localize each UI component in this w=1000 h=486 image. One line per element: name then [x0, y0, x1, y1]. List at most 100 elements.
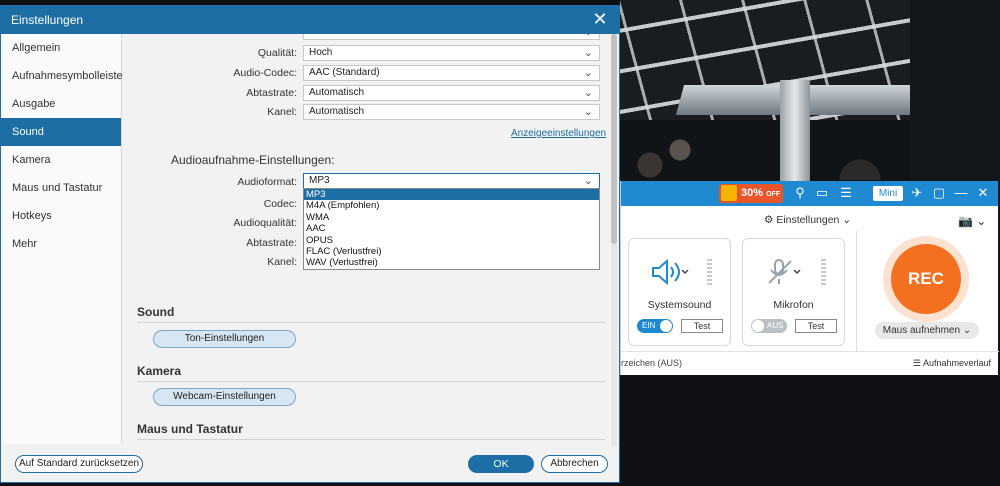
- sound-settings-button[interactable]: Ton-Einstellungen: [153, 330, 296, 348]
- ok-button[interactable]: OK: [468, 455, 534, 473]
- samplerate-row: Abtastrate:: [123, 85, 297, 101]
- sidebar-item-hotkeys[interactable]: Hotkeys: [1, 202, 121, 230]
- audio-channel-row: Kanel:: [123, 254, 297, 270]
- codec-label: Codec:: [263, 198, 297, 210]
- history-link[interactable]: ☰ Aufnahmeverlauf: [913, 358, 991, 369]
- recorder-settings-label: Einstellungen: [776, 214, 840, 226]
- audio-samplerate-label: Abtastrate:: [246, 237, 297, 249]
- recorder-settings-dropdown[interactable]: ⚙ Einstellungen ⌄: [764, 214, 851, 226]
- audio-format-option[interactable]: WAV (Verlustfrei): [304, 257, 599, 268]
- mikrofon-card: Mikrofon AUS Test: [742, 238, 845, 346]
- webcam-settings-button[interactable]: Webcam-Einstellungen: [153, 388, 296, 406]
- recorder-window: 30% OFF ⚲ ▭ ☰ Mini ✈ ▢ — ✕ ⚙ Einstellung…: [620, 181, 999, 375]
- watermark-status: rzeichen (AUS): [621, 358, 683, 368]
- recorder-toolbar: 30% OFF ⚲ ▭ ☰ Mini ✈ ▢ — ✕: [621, 181, 998, 206]
- promo-suffix: OFF: [766, 191, 781, 198]
- minimize-icon[interactable]: —: [953, 185, 969, 201]
- audio-format-option[interactable]: OPUS: [304, 235, 599, 246]
- mikrofon-toggle[interactable]: AUS: [751, 319, 787, 333]
- mouse-record-dropdown[interactable]: Maus aufnehmen ⌄: [875, 322, 979, 339]
- chevron-down-icon: ⌄: [583, 47, 593, 59]
- chevron-down-icon: ⌄: [583, 175, 593, 187]
- audio-format-option[interactable]: AAC: [304, 223, 599, 234]
- channel-value: Automatisch: [309, 106, 365, 117]
- audio-format-option[interactable]: M4A (Empfohlen): [304, 200, 599, 211]
- feedback-icon[interactable]: ▢: [931, 185, 947, 201]
- content-scrollbar[interactable]: [611, 34, 617, 446]
- speaker-icon[interactable]: [649, 257, 689, 287]
- divider: [137, 322, 605, 323]
- quality-select[interactable]: Hoch ⌄: [303, 45, 600, 61]
- promo-badge[interactable]: 30% OFF: [719, 184, 783, 203]
- divider: [137, 439, 605, 440]
- systemsound-toggle-label: EIN: [642, 321, 656, 330]
- channel-label: Kanel:: [267, 106, 297, 118]
- gear-icon: ⚙: [764, 214, 774, 226]
- audio-channel-label: Kanel:: [267, 256, 297, 268]
- samplerate-label: Abtastrate:: [246, 87, 297, 99]
- camera-icon[interactable]: 📷 ⌄: [958, 214, 986, 228]
- audio-quality-label: Audioqualität:: [233, 217, 297, 229]
- reset-defaults-button[interactable]: Auf Standard zurücksetzen: [15, 455, 143, 473]
- promo-value: 30%: [741, 187, 764, 199]
- mikrofon-toggle-label: AUS: [767, 321, 784, 330]
- chevron-down-icon: ⌄: [583, 87, 593, 99]
- quality-row: Qualität:: [123, 45, 297, 61]
- mikrofon-test-button[interactable]: Test: [795, 319, 837, 333]
- audio-recording-heading: Audioaufnahme-Einstellungen:: [171, 153, 335, 167]
- audio-codec-row: Audio-Codec:: [123, 65, 297, 81]
- settings-dialog: Einstellungen ✕ Allgemein Aufnahmesymbol…: [0, 5, 620, 483]
- dialog-titlebar: Einstellungen ✕: [1, 6, 619, 34]
- audio-format-option[interactable]: MP3: [304, 189, 599, 201]
- sidebar-item-aufnahmesymbolleiste[interactable]: Aufnahmesymbolleiste: [1, 62, 123, 90]
- menu-icon[interactable]: ☰: [838, 185, 854, 201]
- sidebar-item-allgemein[interactable]: Allgemein: [1, 34, 121, 62]
- mouse-record-label: Maus aufnehmen: [882, 325, 961, 336]
- gift-icon: [721, 185, 737, 201]
- mikrofon-label: Mikrofon: [773, 299, 814, 311]
- audio-format-dropdown: MP3 M4A (Empfohlen) WMA AAC OPUS FLAC (V…: [303, 188, 600, 270]
- audio-format-option[interactable]: FLAC (Verlustfrei): [304, 246, 599, 257]
- close-icon[interactable]: ✕: [591, 10, 609, 28]
- systemsound-test-button[interactable]: Test: [681, 319, 723, 333]
- audio-format-option[interactable]: WMA: [304, 212, 599, 223]
- display-settings-link[interactable]: Anzeigeeinstellungen: [511, 128, 606, 139]
- keyframe-select[interactable]: ⌄: [303, 34, 600, 40]
- samplerate-select[interactable]: Automatisch ⌄: [303, 85, 600, 101]
- rec-button[interactable]: REC: [891, 244, 961, 314]
- sidebar-item-kamera[interactable]: Kamera: [1, 146, 121, 174]
- close-icon[interactable]: ✕: [975, 185, 991, 201]
- sidebar-item-mehr[interactable]: Mehr: [1, 230, 121, 258]
- audio-codec-label: Audio-Codec:: [233, 67, 297, 79]
- chevron-down-icon: ⌄: [584, 34, 593, 39]
- chevron-down-icon: ⌄: [583, 106, 593, 118]
- systemsound-toggle[interactable]: EIN: [637, 319, 673, 333]
- settings-sidebar: Allgemein Aufnahmesymbolleiste Ausgabe S…: [1, 34, 123, 444]
- chevron-down-icon: ⌄: [583, 67, 593, 79]
- toggle-knob: [752, 320, 764, 332]
- scrollbar-thumb[interactable]: [611, 34, 617, 244]
- sidebar-item-maus-tastatur[interactable]: Maus und Tastatur: [1, 174, 121, 202]
- pin-icon[interactable]: ✈: [909, 185, 925, 201]
- toggle-knob: [660, 320, 672, 332]
- divider: [137, 381, 605, 382]
- volume-level-meter: [707, 259, 712, 287]
- audio-samplerate-row: Abtastrate:: [123, 235, 297, 251]
- audio-codec-select[interactable]: AAC (Standard) ⌄: [303, 65, 600, 81]
- mini-button[interactable]: Mini: [873, 186, 903, 201]
- chevron-down-icon: ⌄: [962, 325, 972, 336]
- sidebar-item-sound[interactable]: Sound: [1, 118, 121, 146]
- audio-codec-value: AAC (Standard): [309, 67, 380, 78]
- codec-row: Codec:: [123, 196, 297, 212]
- microphone-muted-icon[interactable]: [763, 257, 803, 287]
- chevron-down-icon: ⌄: [842, 214, 852, 226]
- section-title-mouse-keyboard: Maus und Tastatur: [137, 422, 243, 436]
- systemsound-card: Systemsound EIN Test: [628, 238, 731, 346]
- audio-format-select[interactable]: MP3 ⌄: [303, 173, 600, 189]
- channel-select[interactable]: Automatisch ⌄: [303, 104, 600, 120]
- sidebar-item-ausgabe[interactable]: Ausgabe: [1, 90, 121, 118]
- chat-icon[interactable]: ▭: [814, 185, 830, 201]
- cancel-button[interactable]: Abbrechen: [541, 455, 608, 473]
- audio-quality-row: Audioqualität:: [123, 215, 297, 231]
- key-icon[interactable]: ⚲: [792, 185, 808, 201]
